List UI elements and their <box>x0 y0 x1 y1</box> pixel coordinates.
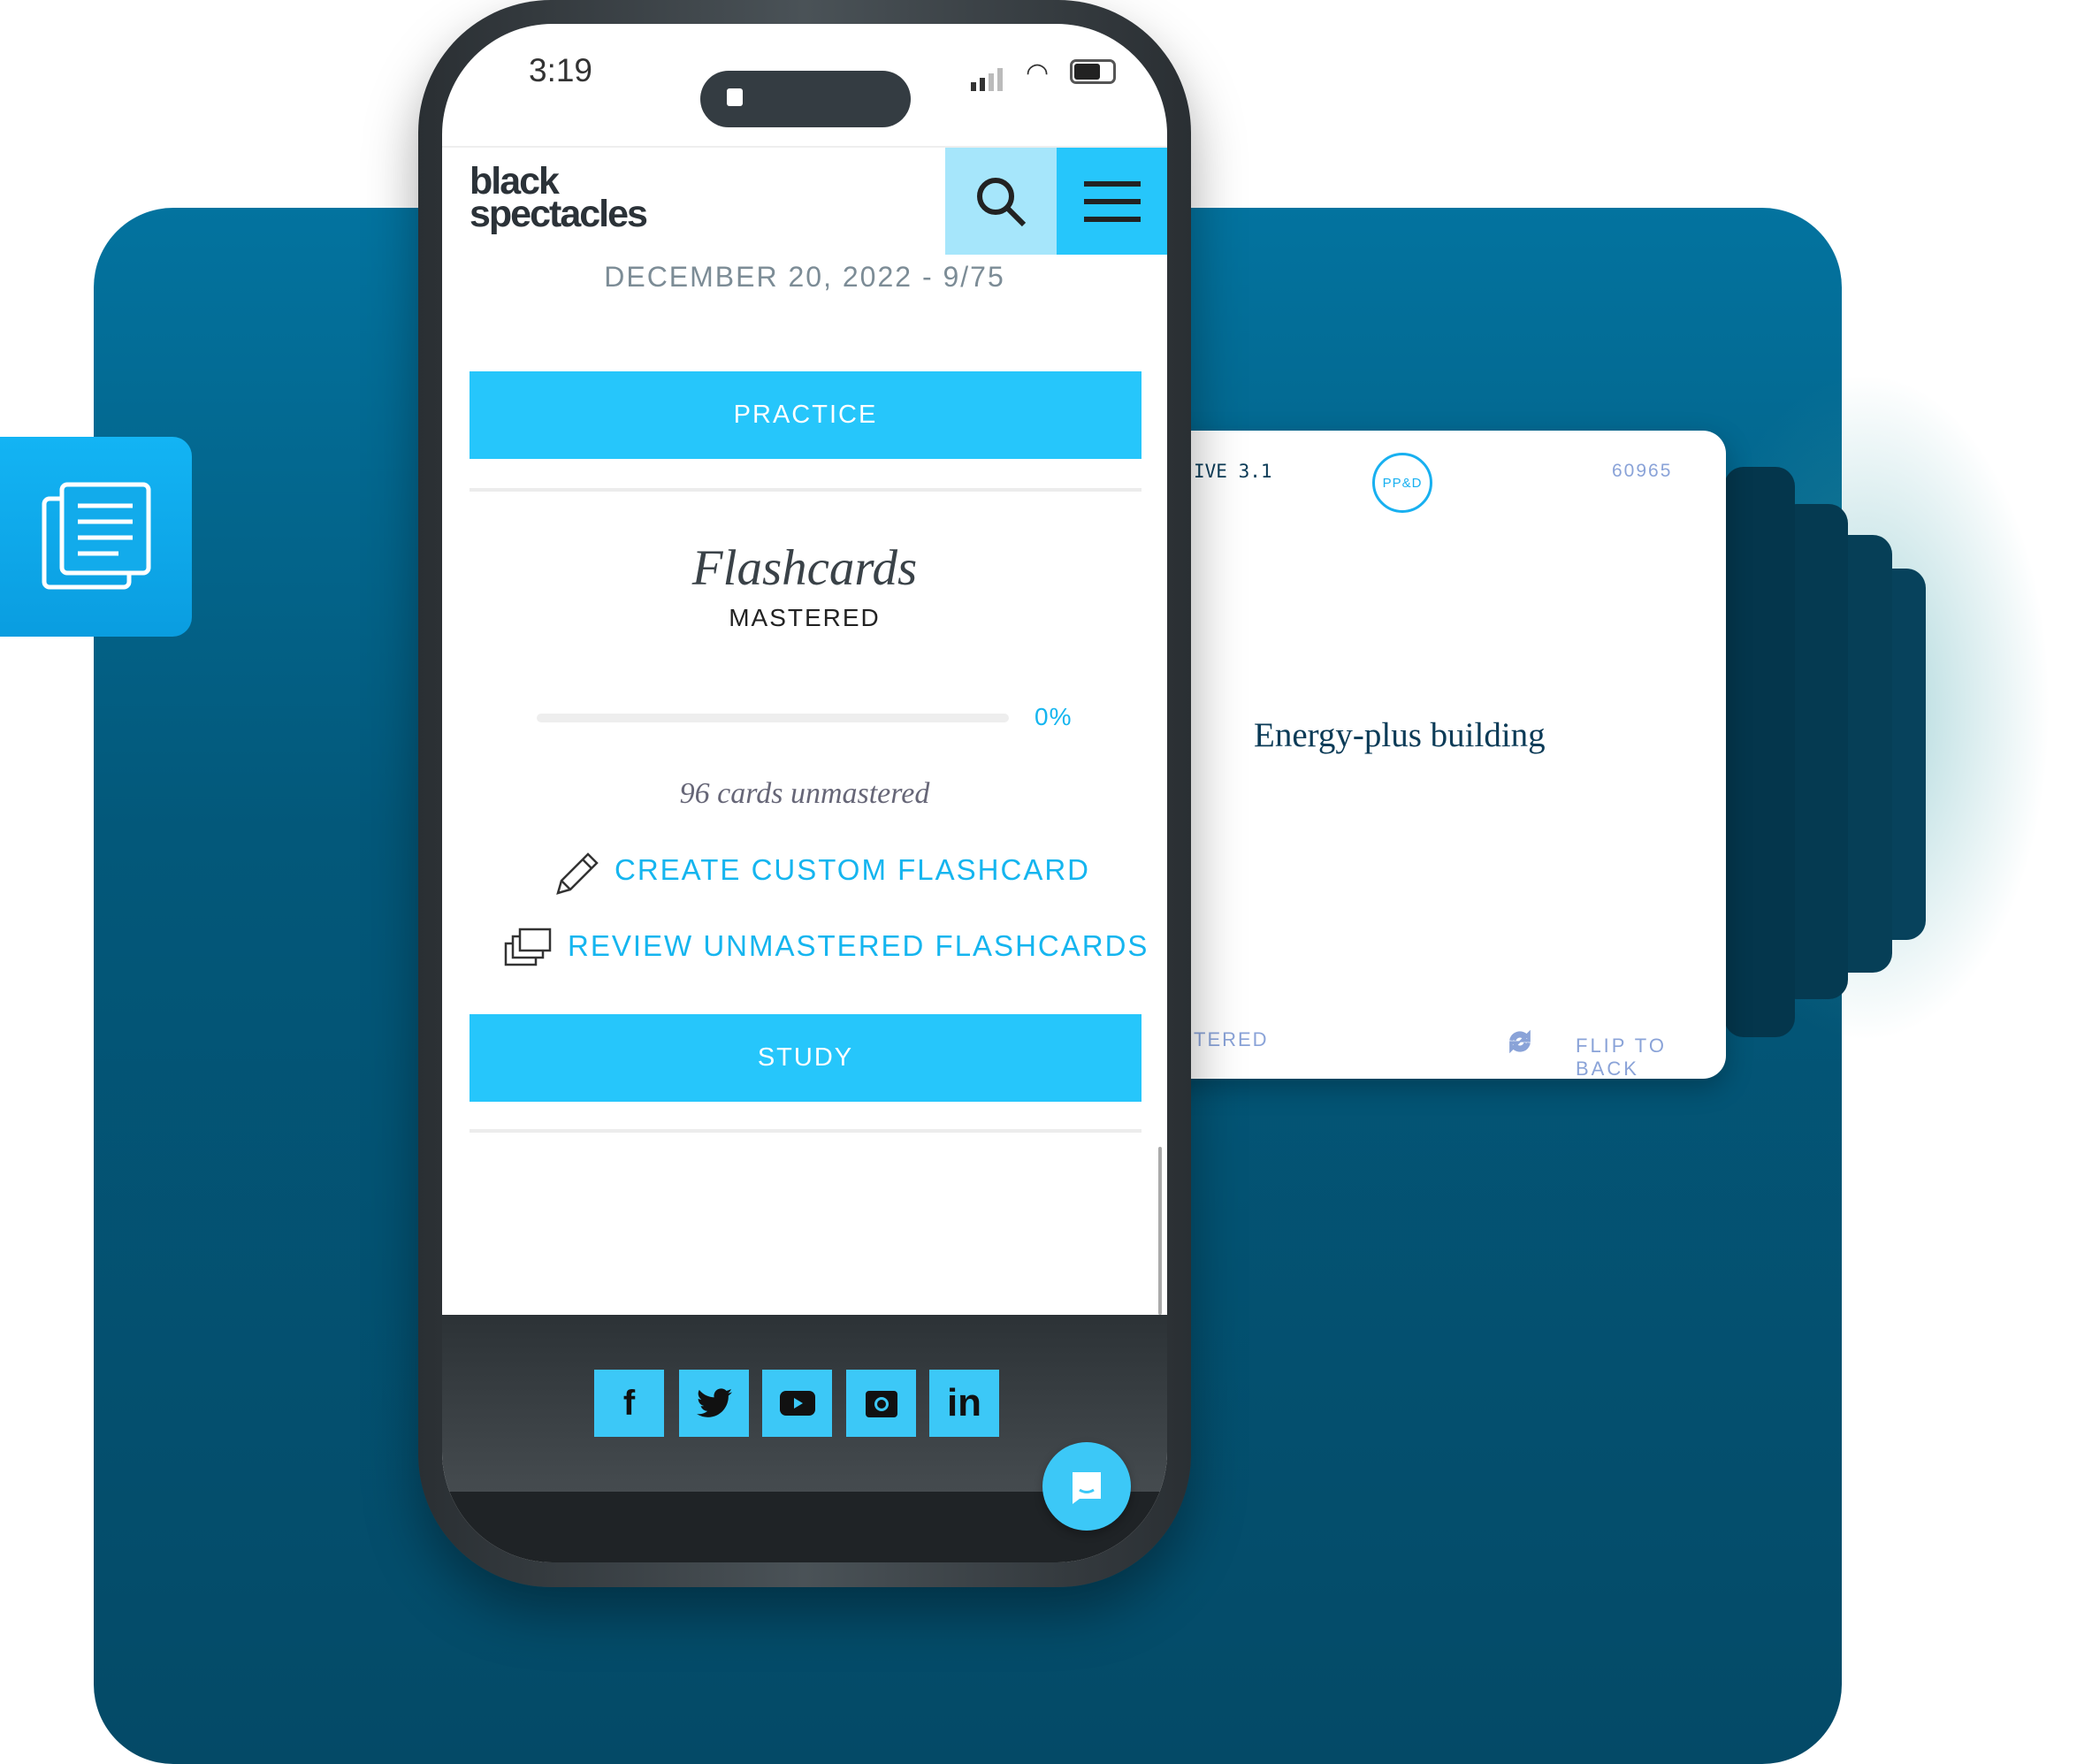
signal-icon <box>971 68 1003 91</box>
practice-button[interactable]: PRACTICE <box>470 371 1141 459</box>
card-term: Energy-plus building <box>1254 716 1546 754</box>
search-button[interactable] <box>945 148 1057 255</box>
unmastered-count: 96 cards unmastered <box>679 777 930 810</box>
logo-line: spectacles <box>470 193 648 235</box>
phone-screen: 3:19 ◠ black spectacles DECEMBER 20, 202… <box>442 24 1167 1562</box>
mastered-progress-bar <box>537 714 1009 722</box>
divider <box>470 488 1141 492</box>
divider <box>470 1129 1141 1133</box>
card-id: 60965 <box>1612 461 1673 481</box>
refresh-icon[interactable] <box>1507 1028 1533 1055</box>
chat-button[interactable] <box>1042 1442 1131 1531</box>
menu-button[interactable] <box>1057 148 1167 255</box>
flashcards-title: Flashcards <box>691 540 918 596</box>
lock-icon <box>727 88 743 106</box>
instagram-icon[interactable] <box>846 1370 916 1437</box>
dynamic-island <box>700 71 911 127</box>
create-custom-flashcard-link[interactable]: CREATE CUSTOM FLASHCARD <box>615 853 1090 887</box>
twitter-icon[interactable] <box>679 1370 749 1437</box>
category-badge: PP&D <box>1372 453 1432 513</box>
battery-icon <box>1070 59 1116 84</box>
logo[interactable]: black spectacles <box>470 163 648 235</box>
mastered-label: MASTERED <box>729 604 881 631</box>
mastered-percent: 0% <box>1035 703 1073 730</box>
search-icon <box>977 177 1027 226</box>
document-icon <box>42 482 150 590</box>
chat-icon <box>1073 1472 1101 1504</box>
card-status: TERED <box>1194 1028 1269 1050</box>
flashcard[interactable]: IVE 3.1 PP&D 60965 Energy-plus building … <box>1132 431 1726 1081</box>
status-time: 3:19 <box>529 52 593 88</box>
card-stack-layer <box>1724 467 1795 1037</box>
document-tile <box>0 437 192 637</box>
scrollbar[interactable] <box>1158 1147 1162 1315</box>
flip-to-back-button[interactable]: FLIP TO BACK <box>1576 1035 1726 1081</box>
study-button[interactable]: STUDY <box>470 1014 1141 1102</box>
youtube-icon[interactable] <box>762 1370 832 1437</box>
linkedin-icon[interactable]: in <box>929 1370 999 1437</box>
facebook-icon[interactable]: f <box>594 1370 664 1437</box>
pencil-icon <box>556 852 599 895</box>
date-progress: DECEMBER 20, 2022 - 9/75 <box>604 261 1005 293</box>
cards-stack-icon <box>504 928 552 966</box>
review-unmastered-link[interactable]: REVIEW UNMASTERED FLASHCARDS <box>568 929 1149 963</box>
card-section: IVE 3.1 <box>1194 461 1272 482</box>
wifi-icon: ◠ <box>1026 58 1050 88</box>
